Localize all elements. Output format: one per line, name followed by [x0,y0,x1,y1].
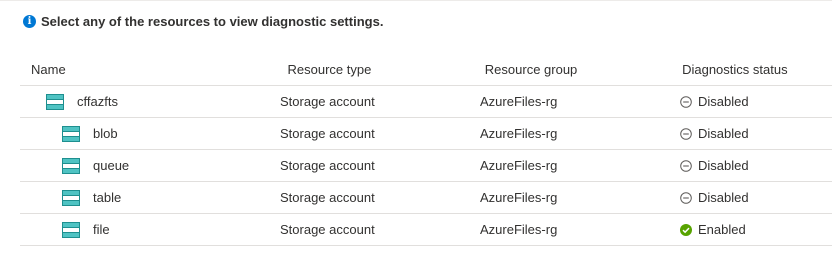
column-header-resource-group[interactable]: Resource group [485,62,682,77]
info-message: i Select any of the resources to view di… [23,12,383,30]
resource-group-cell: AzureFiles-rg [480,126,558,141]
resource-group-cell: AzureFiles-rg [480,222,558,237]
storage-account-icon [46,93,64,110]
resource-type-cell: Storage account [280,126,375,141]
resource-name-link[interactable]: cffazfts [77,94,118,109]
resource-type-cell: Storage account [280,158,375,173]
diagnostics-status-text: Disabled [698,190,749,205]
resource-name-link[interactable]: queue [93,158,129,173]
enabled-check-icon [680,223,692,236]
disabled-icon [680,95,692,108]
resource-group-cell: AzureFiles-rg [480,158,558,173]
table-row[interactable]: table Storage account AzureFiles-rg Disa… [20,182,832,214]
table-row[interactable]: queue Storage account AzureFiles-rg Disa… [20,150,832,182]
storage-account-icon [62,157,80,174]
resource-name-link[interactable]: blob [93,126,118,141]
diagnostics-status-text: Enabled [698,222,746,237]
table-row[interactable]: blob Storage account AzureFiles-rg Disab… [20,118,832,150]
storage-account-icon [62,221,80,238]
disabled-icon [680,127,692,140]
diagnostics-status-text: Disabled [698,94,749,109]
resource-group-cell: AzureFiles-rg [480,94,558,109]
info-icon: i [23,15,36,28]
info-text: Select any of the resources to view diag… [41,13,384,29]
column-header-name[interactable]: Name [20,62,287,77]
resource-type-cell: Storage account [280,94,375,109]
diagnostics-status-text: Disabled [698,126,749,141]
column-header-diagnostics-status[interactable]: Diagnostics status [682,62,832,77]
disabled-icon [680,159,692,172]
storage-account-icon [62,189,80,206]
table-row[interactable]: cffazfts Storage account AzureFiles-rg D… [20,86,832,118]
resource-group-cell: AzureFiles-rg [480,190,558,205]
diagnostics-status-text: Disabled [698,158,749,173]
storage-account-icon [62,125,80,142]
resource-type-cell: Storage account [280,222,375,237]
resources-table: Name Resource type Resource group Diagno… [20,54,832,246]
column-header-resource-type[interactable]: Resource type [287,62,484,77]
table-header: Name Resource type Resource group Diagno… [20,54,832,86]
disabled-icon [680,191,692,204]
table-row[interactable]: file Storage account AzureFiles-rg Enabl… [20,214,832,246]
top-divider [0,0,832,1]
resource-name-link[interactable]: file [93,222,110,237]
resource-name-link[interactable]: table [93,190,121,205]
resource-type-cell: Storage account [280,190,375,205]
